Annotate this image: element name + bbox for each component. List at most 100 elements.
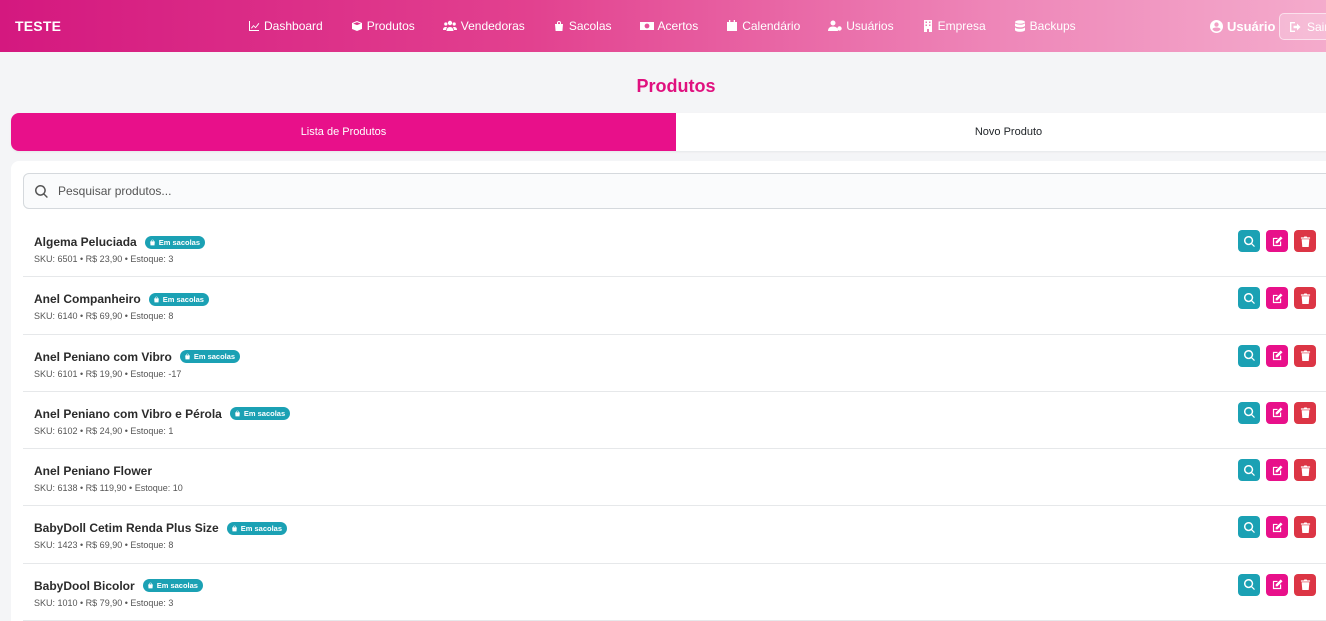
view-button[interactable] — [1238, 401, 1260, 424]
user-menu[interactable]: Usuário — [1210, 19, 1275, 34]
product-name-line: BabyDoll Cetim Renda Plus Size Em sacolas — [34, 521, 287, 535]
nav-item-dashboard[interactable]: Dashboard — [248, 19, 323, 33]
delete-button[interactable] — [1294, 287, 1316, 310]
trash-icon — [1300, 350, 1310, 362]
status-badge-label: Em sacolas — [193, 352, 236, 362]
search-icon — [1243, 407, 1255, 419]
view-button[interactable] — [1238, 230, 1260, 252]
chart-line-icon — [249, 21, 260, 31]
shopping-bag-icon — [235, 410, 240, 417]
status-badge: Em sacolas — [179, 350, 241, 364]
delete-button[interactable] — [1294, 344, 1316, 367]
delete-button[interactable] — [1294, 516, 1316, 539]
nav-links: Dashboard Produtos Vendedoras Sacolas Ac… — [248, 0, 1104, 52]
search-icon — [1243, 464, 1255, 476]
nav-item-produtos[interactable]: Produtos — [351, 19, 415, 33]
product-actions — [1238, 230, 1322, 252]
nav-item-label: Usuários — [846, 19, 894, 33]
logout-button[interactable]: Sair — [1279, 13, 1326, 40]
search-input[interactable] — [58, 184, 1258, 198]
nav-item-backups[interactable]: Backups — [1014, 19, 1076, 33]
nav-item-empresa[interactable]: Empresa — [922, 19, 986, 33]
tab-lista-de-produtos[interactable]: Lista de Produtos — [11, 113, 676, 151]
users-icon — [442, 20, 457, 31]
product-meta: SKU: 6140 • R$ 69,90 • Estoque: 8 — [34, 311, 174, 322]
product-meta: SKU: 6102 • R$ 24,90 • Estoque: 1 — [34, 425, 174, 436]
nav-item-label: Empresa — [937, 19, 986, 33]
status-badge-label: Em sacolas — [243, 409, 286, 419]
delete-button[interactable] — [1294, 459, 1316, 482]
product-name-line: Anel Peniano com Vibro Em sacolas — [34, 349, 241, 364]
status-badge: Em sacolas — [226, 521, 287, 535]
status-badge-label: Em sacolas — [240, 523, 282, 533]
product-row: BabyDool Bicolor Em sacolas SKU: 1010 • R$… — [23, 564, 1326, 621]
calendar-icon — [727, 20, 738, 31]
delete-button[interactable] — [1294, 401, 1316, 424]
product-row: BabyDoll Cetim Renda Plus Size Em sacolas… — [23, 506, 1326, 564]
edit-button[interactable] — [1266, 344, 1288, 367]
product-name: Anel Peniano com Vibro — [34, 349, 172, 364]
product-meta: SKU: 6501 • R$ 23,90 • Estoque: 3 — [34, 254, 174, 264]
product-name-line: BabyDool Bicolor Em sacolas — [34, 579, 203, 593]
product-actions — [1238, 287, 1322, 310]
edit-icon — [1272, 522, 1283, 533]
edit-button[interactable] — [1266, 573, 1288, 596]
shopping-bag-icon — [231, 525, 237, 532]
nav-item-sacolas[interactable]: Sacolas — [553, 19, 612, 33]
product-meta: SKU: 6101 • R$ 19,90 • Estoque: -17 — [34, 368, 182, 379]
view-button[interactable] — [1238, 573, 1260, 596]
product-tabs: Lista de Produtos Novo Produto — [11, 113, 1326, 151]
top-navbar: TESTE Dashboard Produtos Vendedoras Saco… — [0, 0, 1326, 52]
view-button[interactable] — [1238, 516, 1260, 539]
product-meta: SKU: 1423 • R$ 69,90 • Estoque: 8 — [34, 540, 174, 551]
product-actions — [1238, 459, 1322, 482]
search-icon — [35, 184, 48, 198]
edit-icon — [1272, 350, 1283, 361]
status-badge-label: Em sacolas — [162, 294, 204, 304]
trash-icon — [1300, 465, 1310, 476]
product-actions — [1238, 401, 1322, 424]
view-button[interactable] — [1238, 287, 1260, 310]
edit-icon — [1272, 235, 1283, 246]
user-circle-icon — [1210, 20, 1223, 33]
user-gear-icon — [828, 20, 842, 31]
nav-item-label: Vendedoras — [460, 19, 525, 33]
nav-item-label: Backups — [1029, 19, 1076, 33]
product-row: Anel Companheiro Em sacolas SKU: 6140 • R$… — [23, 277, 1326, 335]
product-name-line: Anel Peniano Flower — [34, 464, 152, 478]
view-button[interactable] — [1238, 459, 1260, 482]
view-button[interactable] — [1238, 344, 1260, 367]
product-actions — [1238, 573, 1322, 596]
brand-logo[interactable]: TESTE — [15, 18, 61, 34]
edit-button[interactable] — [1266, 287, 1288, 310]
edit-icon — [1272, 293, 1283, 303]
edit-button[interactable] — [1266, 230, 1288, 252]
edit-button[interactable] — [1266, 516, 1288, 539]
nav-item-usuarios[interactable]: Usuários — [828, 19, 894, 33]
edit-icon — [1272, 407, 1283, 418]
delete-button[interactable] — [1294, 573, 1316, 596]
shopping-bag-icon — [184, 353, 190, 360]
nav-item-vendedoras[interactable]: Vendedoras — [442, 19, 525, 33]
search-icon — [1243, 579, 1255, 591]
product-list-card: Algema Peluciada Em sacolas SKU: 6501 • R$… — [11, 161, 1326, 621]
delete-button[interactable] — [1294, 230, 1316, 252]
product-meta: SKU: 1010 • R$ 79,90 • Estoque: 3 — [34, 597, 174, 608]
product-name: Anel Peniano Flower — [34, 464, 153, 479]
product-row: Anel Peniano com Vibro Em sacolas SKU: 610… — [23, 335, 1326, 392]
search-icon — [1243, 350, 1255, 362]
nav-item-label: Acertos — [657, 19, 699, 33]
nav-item-acertos[interactable]: Acertos — [639, 19, 699, 33]
logout-label: Sair — [1307, 19, 1326, 34]
shopping-bag-icon — [554, 21, 563, 31]
edit-button[interactable] — [1266, 459, 1288, 482]
nav-item-calendario[interactable]: Calendário — [726, 19, 800, 33]
user-label: Usuário — [1227, 19, 1276, 34]
product-name: BabyDool Bicolor — [34, 578, 135, 593]
nav-item-label: Calendário — [742, 19, 801, 33]
database-icon — [1014, 20, 1025, 32]
trash-icon — [1300, 235, 1310, 247]
tab-novo-produto[interactable]: Novo Produto — [676, 113, 1326, 151]
edit-button[interactable] — [1266, 401, 1288, 424]
product-name: Anel Peniano com Vibro e Pérola — [34, 406, 222, 421]
